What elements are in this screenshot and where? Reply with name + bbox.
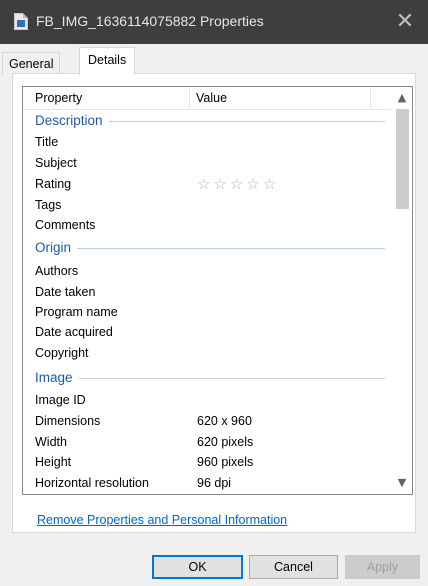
property-row[interactable]: Authors (35, 261, 375, 281)
star-icon[interactable]: ☆ (246, 175, 259, 193)
cancel-button[interactable]: Cancel (249, 555, 338, 579)
property-row[interactable]: Width 620 pixels (35, 432, 375, 452)
property-name: Width (35, 435, 67, 449)
star-icon[interactable]: ☆ (213, 175, 226, 193)
property-name: Rating (35, 177, 72, 191)
properties-list[interactable]: Property Value Description Title Subject… (22, 86, 413, 495)
property-row[interactable]: Subject (35, 153, 375, 173)
scroll-up-arrow-icon[interactable]: ▲ (392, 87, 412, 109)
title-bar: FB_IMG_1636114075882 Properties ✕ (0, 0, 428, 44)
property-row[interactable]: Title (35, 132, 375, 152)
star-icon[interactable]: ☆ (197, 175, 210, 193)
property-row[interactable]: Program name (35, 302, 375, 322)
property-row[interactable]: Rating ☆ ☆ ☆ ☆ ☆ (35, 174, 375, 194)
tab-details[interactable]: Details (79, 47, 136, 75)
list-header: Property Value (23, 87, 391, 110)
property-row[interactable]: Image ID (35, 390, 375, 410)
apply-button[interactable]: Apply (345, 555, 420, 579)
property-name: Program name (35, 305, 118, 319)
property-name: Tags (35, 198, 62, 212)
property-name: Subject (35, 156, 77, 170)
column-divider[interactable] (189, 87, 190, 108)
group-header-description: Description (35, 110, 385, 132)
property-row[interactable]: Tags (35, 195, 375, 215)
property-name: Comments (35, 218, 96, 232)
property-name: Copyright (35, 346, 89, 360)
property-row[interactable]: Copyright (35, 343, 375, 363)
image-file-icon (14, 13, 28, 30)
remove-properties-link[interactable]: Remove Properties and Personal Informati… (37, 513, 287, 527)
rating-stars[interactable]: ☆ ☆ ☆ ☆ ☆ (197, 174, 279, 195)
property-row[interactable]: Height 960 pixels (35, 452, 375, 472)
property-name: Image ID (35, 393, 86, 407)
scrollbar-thumb[interactable] (396, 109, 409, 209)
group-name: Description (35, 110, 109, 132)
property-name: Title (35, 135, 59, 149)
property-row[interactable]: Date acquired (35, 322, 375, 342)
property-row[interactable]: Horizontal resolution 96 dpi (35, 473, 375, 493)
property-name: Height (35, 455, 72, 469)
property-name: Horizontal resolution (35, 476, 149, 490)
window-title: FB_IMG_1636114075882 Properties (36, 13, 264, 29)
group-name: Image (35, 367, 79, 389)
property-value: 960 pixels (197, 455, 254, 469)
property-value: 620 pixels (197, 435, 254, 449)
ok-button[interactable]: OK (152, 555, 243, 579)
star-icon[interactable]: ☆ (230, 175, 243, 193)
column-header-value[interactable]: Value (196, 91, 227, 105)
star-icon[interactable]: ☆ (263, 175, 276, 193)
scroll-down-arrow-icon[interactable]: ▼ (392, 472, 412, 494)
property-name: Dimensions (35, 414, 101, 428)
property-value: 96 dpi (197, 476, 232, 490)
group-header-image: Image (35, 367, 385, 389)
property-row[interactable]: Date taken (35, 282, 375, 302)
group-header-origin: Origin (35, 237, 385, 259)
property-name: Authors (35, 264, 79, 278)
property-value: 620 x 960 (197, 414, 252, 428)
group-name: Origin (35, 237, 78, 259)
column-header-property[interactable]: Property (35, 91, 82, 105)
property-name: Date acquired (35, 325, 113, 339)
close-icon[interactable]: ✕ (382, 0, 428, 44)
property-row[interactable]: Comments (35, 215, 375, 235)
vertical-scrollbar[interactable]: ▲ ▼ (392, 87, 412, 494)
tab-general[interactable]: General (2, 52, 61, 75)
column-divider[interactable] (370, 87, 371, 108)
property-row[interactable]: Dimensions 620 x 960 (35, 411, 375, 431)
property-name: Date taken (35, 285, 96, 299)
tab-strip: General Details (0, 44, 428, 75)
